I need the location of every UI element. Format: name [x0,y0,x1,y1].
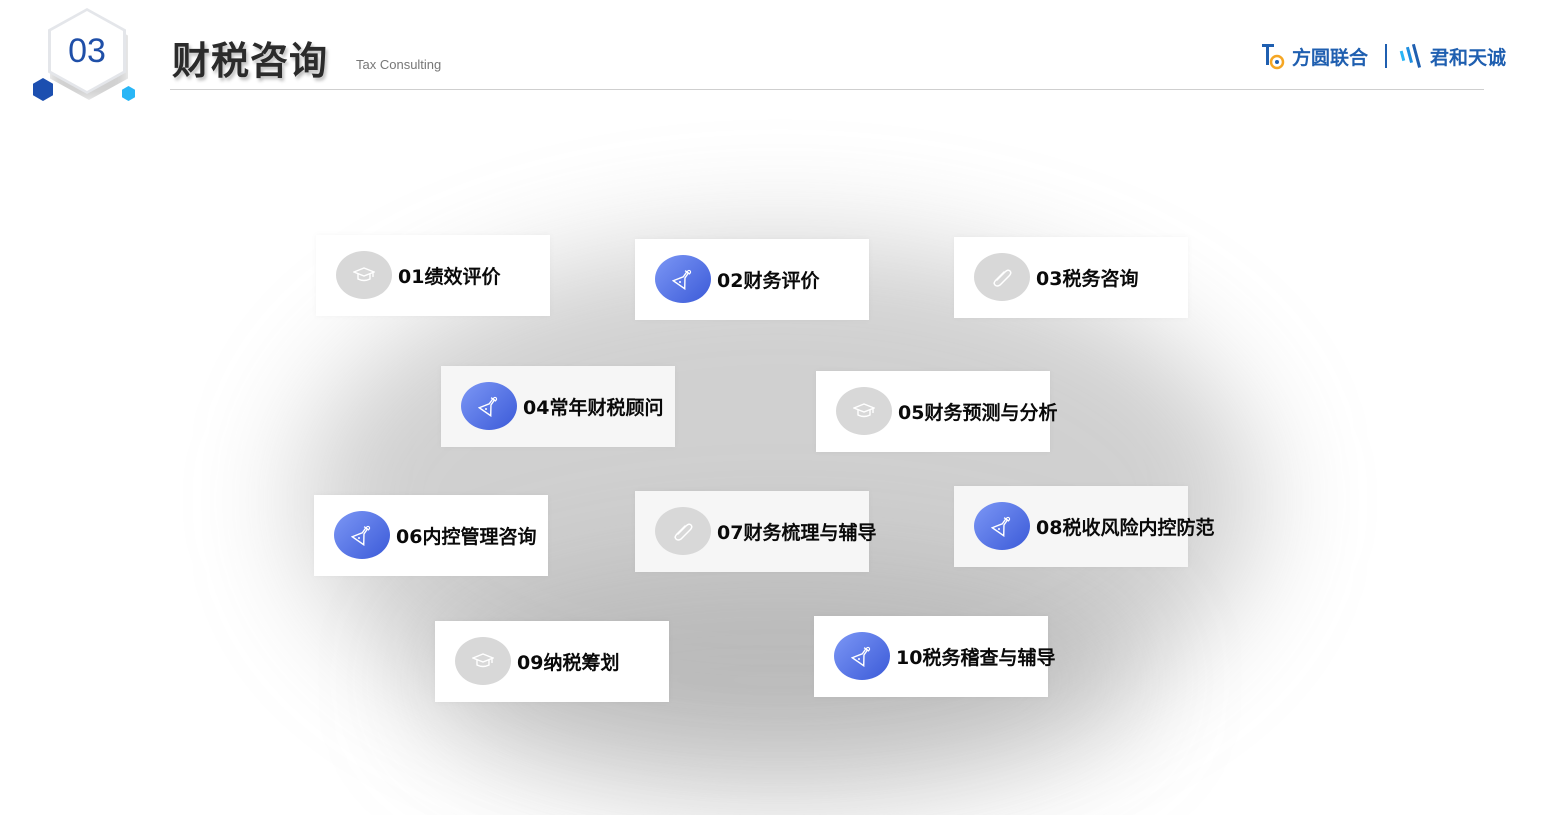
brand-secondary: 君和天诚 [1398,40,1506,72]
service-card[interactable]: 02财务评价 [635,239,869,320]
section-number: 03 [68,31,106,70]
service-card[interactable]: 09纳税筹划 [435,621,669,702]
flask-icon [655,255,711,303]
graduation-cap-icon [336,251,392,299]
header-divider [170,89,1484,90]
flask-icon [834,632,890,680]
page-subtitle: Tax Consulting [356,57,442,72]
paperclip-icon [974,253,1030,301]
service-card[interactable]: 07财务梳理与辅导 [635,491,876,572]
brand-primary: 方圆联合 [1258,40,1368,72]
service-label: 06内控管理咨询 [396,526,537,548]
service-label: 10税务稽查与辅导 [896,647,1056,669]
brand-primary-name: 方圆联合 [1292,46,1369,69]
flask-icon [461,382,517,430]
service-label: 01绩效评价 [398,266,501,288]
service-label: 09纳税筹划 [517,652,620,674]
section-number-badge: 03 [48,8,128,100]
service-card[interactable]: 10税务稽查与辅导 [814,616,1055,697]
service-label: 04常年财税顾问 [523,397,664,419]
graduation-cap-icon [455,637,511,685]
service-card[interactable]: 01绩效评价 [316,235,550,316]
service-label: 07财务梳理与辅导 [717,522,877,544]
service-card[interactable]: 03税务咨询 [954,237,1188,318]
paperclip-icon [655,507,711,555]
graduation-cap-icon [836,387,892,435]
service-label: 03税务咨询 [1036,268,1139,290]
brand-separator [1385,44,1387,68]
brand-primary-logo-icon [1262,44,1285,70]
flask-icon [334,511,390,559]
service-card[interactable]: 05财务预测与分析 [816,371,1057,452]
service-label: 02财务评价 [717,270,820,292]
service-card[interactable]: 04常年财税顾问 [441,366,675,447]
service-label: 05财务预测与分析 [898,402,1058,424]
flask-icon [974,502,1030,550]
brand-secondary-name: 君和天诚 [1430,46,1507,69]
service-label: 08税收风险内控防范 [1036,517,1215,539]
service-card[interactable]: 08税收风险内控防范 [954,486,1214,567]
page-title: 财税咨询 [172,39,329,83]
brand-secondary-logo-icon [1399,43,1422,68]
service-card[interactable]: 06内控管理咨询 [314,495,548,576]
